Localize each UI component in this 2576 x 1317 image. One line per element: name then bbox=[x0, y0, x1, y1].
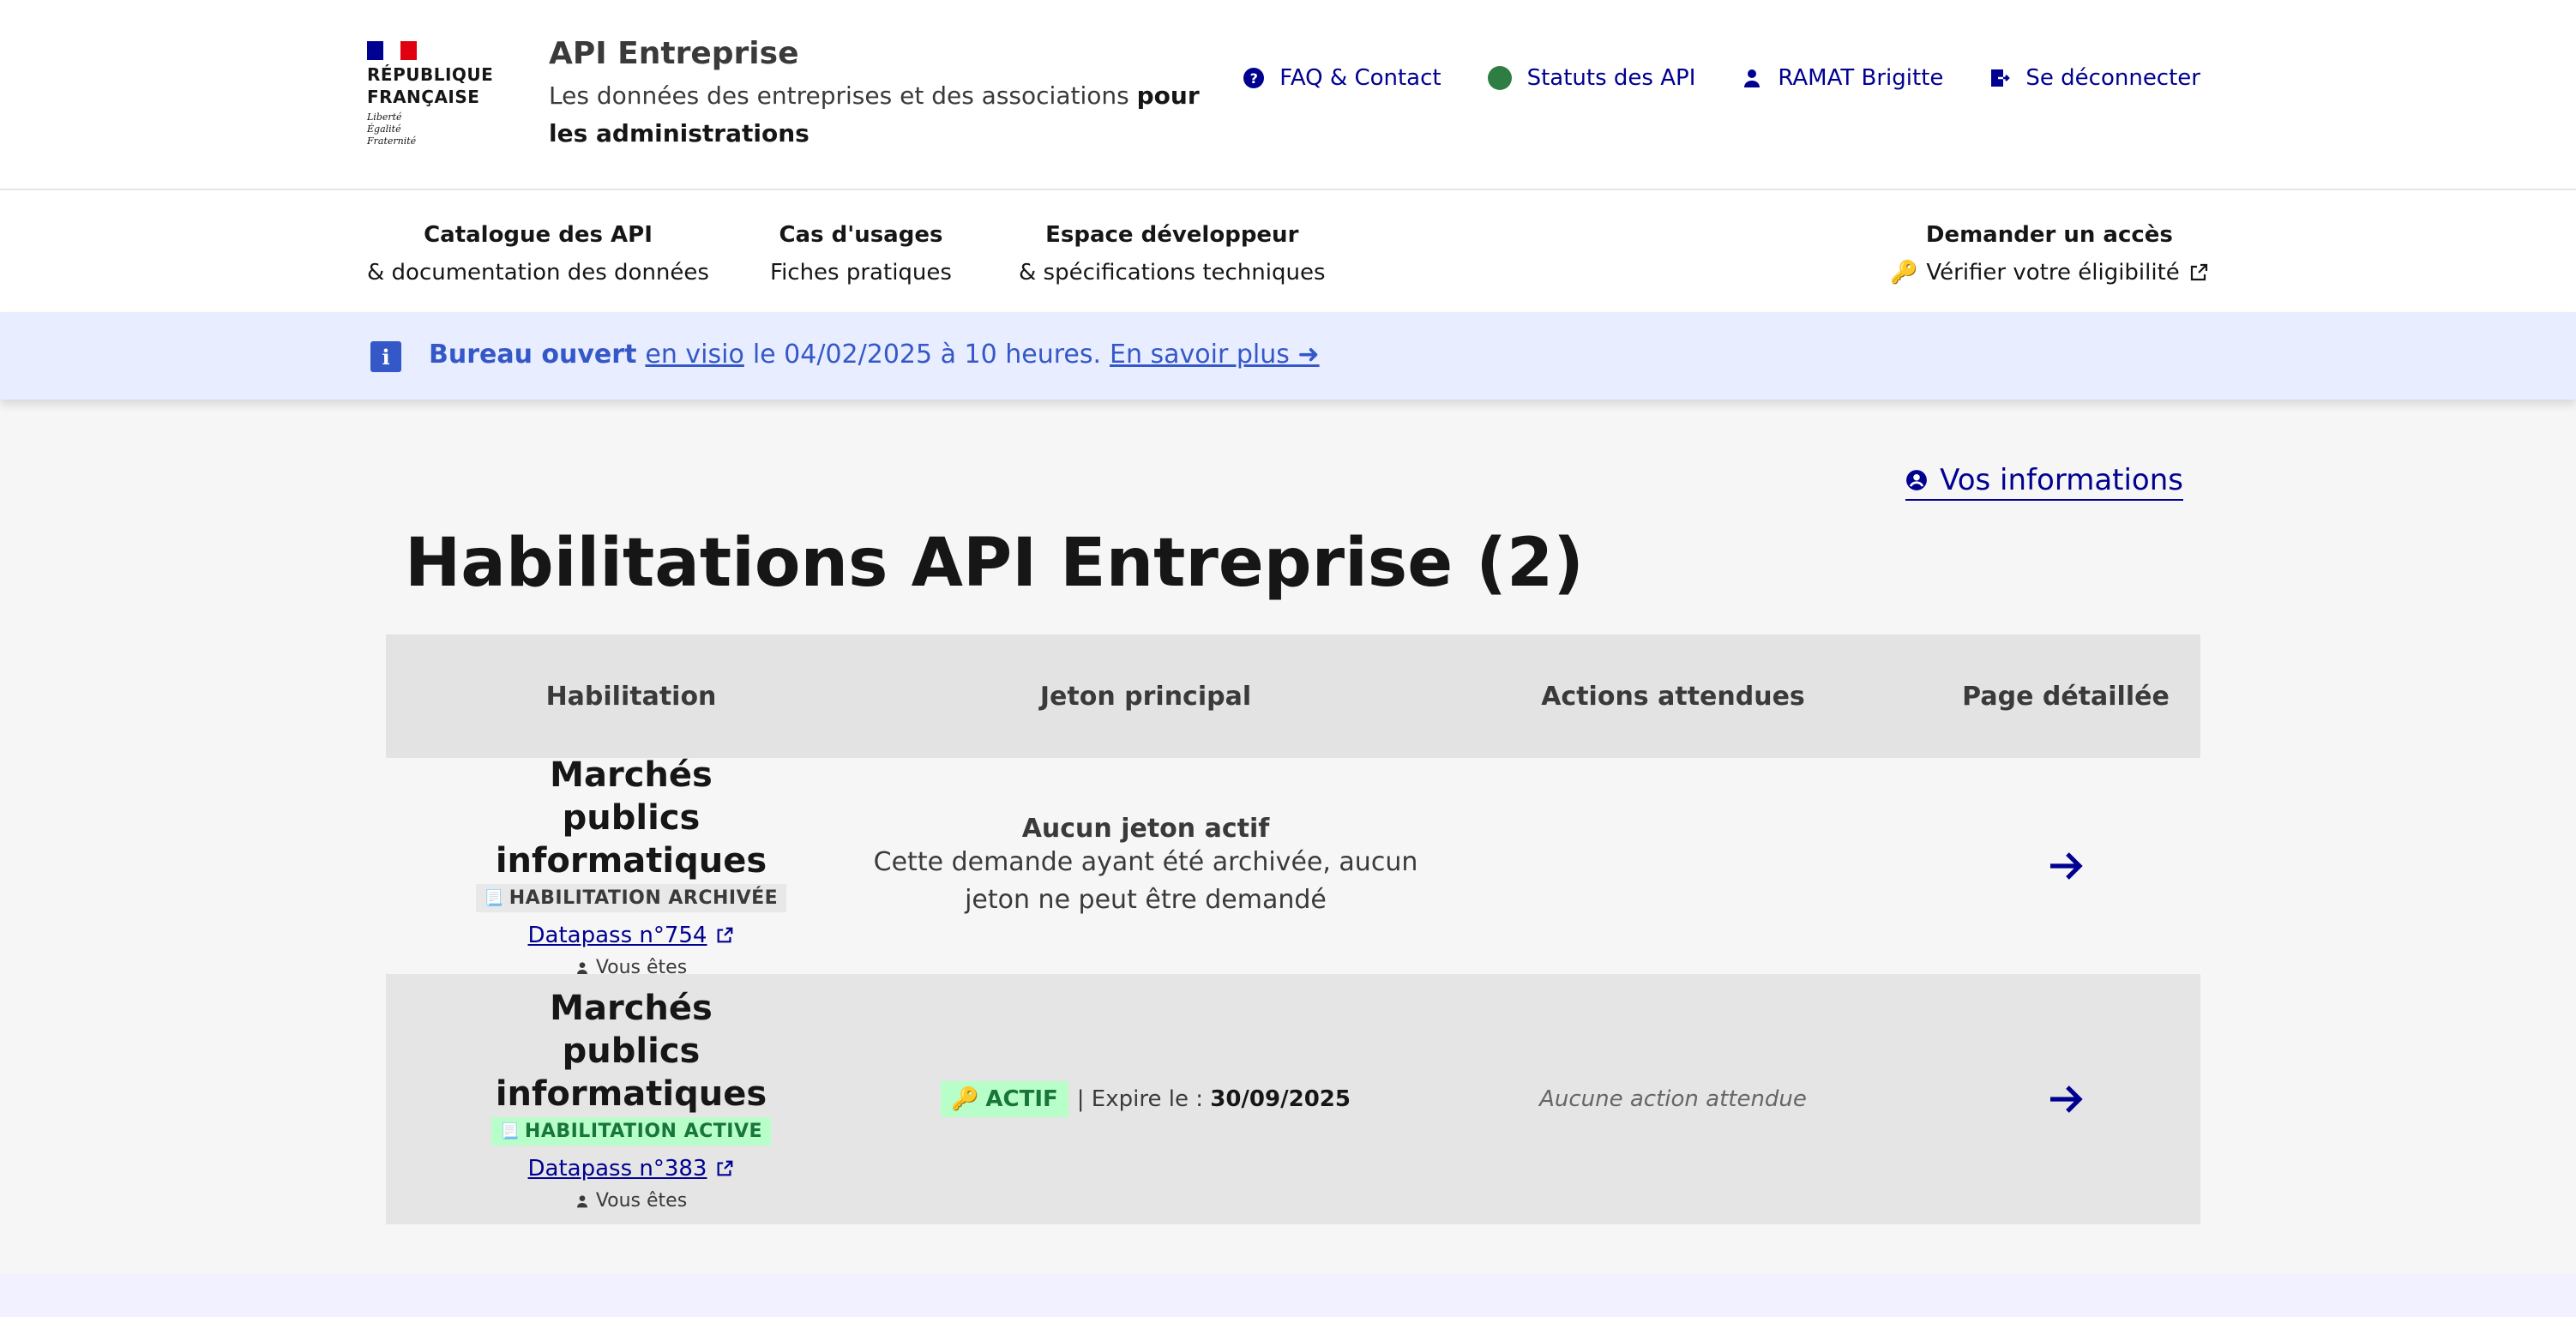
token-title: Aucun jeton actif bbox=[1021, 813, 1270, 844]
role-label: Vous êtes bbox=[595, 1190, 688, 1212]
page-title: Habilitations API Entreprise (2) bbox=[405, 525, 1584, 602]
column-header-page: Page détaillée bbox=[1962, 681, 2170, 712]
logout-link[interactable]: Se déconnecter bbox=[1989, 65, 2200, 91]
nav-item-cas-usages[interactable]: Cas d'usages Fiches pratiques bbox=[770, 216, 952, 292]
datapass-link[interactable]: Datapass n°383 bbox=[528, 1156, 735, 1182]
table-row: Marchés publics informatiques 📃 HABILITA… bbox=[386, 755, 2200, 978]
habilitation-cell: Marchés publics informatiques 📃 HABILITA… bbox=[386, 755, 876, 978]
arrow-right-icon[interactable] bbox=[2045, 845, 2086, 887]
french-flag-icon bbox=[367, 41, 417, 60]
token-cell: Aucun jeton actif Cette demande ayant ét… bbox=[874, 758, 1418, 974]
nav-item-subtitle: & spécifications techniques bbox=[1019, 260, 1326, 286]
republique-francaise-logo[interactable]: RÉPUBLIQUE FRANÇAISE Liberté Égalité Fra… bbox=[367, 41, 496, 153]
nav-item-subtitle: 🔑 Vérifier votre éligibilité bbox=[1890, 254, 2209, 292]
key-icon: 🔑 bbox=[1890, 260, 1918, 286]
status-badge-label: HABILITATION ARCHIVÉE bbox=[509, 887, 779, 909]
notice-visio-link[interactable]: en visio bbox=[645, 340, 743, 370]
actions-cell: Aucune action attendue bbox=[1415, 974, 1931, 1224]
detail-cell bbox=[1931, 974, 2200, 1224]
api-status-link[interactable]: Statuts des API bbox=[1487, 65, 1696, 91]
main-navigation: Catalogue des API & documentation des do… bbox=[0, 190, 2576, 312]
token-cell: 🔑 ACTIF | Expire le : 30/09/2025 bbox=[876, 974, 1415, 1224]
external-link-icon bbox=[718, 927, 733, 943]
token-status-line: 🔑 ACTIF | Expire le : 30/09/2025 bbox=[941, 1081, 1351, 1117]
document-icon: 📃 bbox=[499, 1122, 520, 1140]
nav-item-catalogue[interactable]: Catalogue des API & documentation des do… bbox=[367, 216, 709, 292]
nav-item-subtitle: Fiches pratiques bbox=[770, 260, 952, 286]
nav-item-title: Demander un accès bbox=[1925, 222, 2173, 248]
external-link-icon bbox=[2190, 263, 2207, 281]
logo-line-1: RÉPUBLIQUE bbox=[367, 64, 494, 85]
expiry-date: 30/09/2025 bbox=[1210, 1086, 1351, 1112]
habilitations-table: Habilitation Jeton principal Actions att… bbox=[386, 634, 2200, 1224]
document-icon: 📃 bbox=[484, 889, 504, 907]
token-description: Cette demande ayant été archivée, aucun … bbox=[873, 846, 1418, 915]
datapass-label: Datapass n°383 bbox=[527, 1156, 707, 1182]
token-status-label: ACTIF bbox=[985, 1086, 1058, 1112]
account-circle-icon bbox=[1906, 470, 1928, 490]
nav-item-title: Cas d'usages bbox=[779, 222, 943, 248]
habilitation-name: Marchés publics informatiques bbox=[495, 755, 767, 881]
user-account-label: RAMAT Brigitte bbox=[1778, 65, 1944, 91]
vos-informations-link[interactable]: Vos informations bbox=[1905, 463, 2183, 501]
user-icon bbox=[576, 1194, 587, 1207]
token-expiry: | Expire le : 30/09/2025 bbox=[1077, 1086, 1351, 1112]
vos-informations-label: Vos informations bbox=[1940, 463, 2183, 497]
status-badge-label: HABILITATION ACTIVE bbox=[524, 1121, 763, 1142]
column-header-jeton: Jeton principal bbox=[1039, 681, 1252, 712]
detail-cell bbox=[1931, 758, 2200, 974]
notice-more-link[interactable]: En savoir plus ➜ bbox=[1110, 340, 1320, 370]
datapass-link[interactable]: Datapass n°754 bbox=[528, 923, 735, 948]
question-circle-icon: ? bbox=[1243, 68, 1265, 88]
key-icon: 🔑 bbox=[951, 1086, 979, 1112]
logout-icon bbox=[1991, 69, 2011, 87]
status-dot-icon bbox=[1487, 66, 1512, 90]
expiry-label: | Expire le : bbox=[1076, 1086, 1203, 1112]
site-header: RÉPUBLIQUE FRANÇAISE Liberté Égalité Fra… bbox=[0, 0, 2576, 190]
eligibility-label: Vérifier votre éligibilité bbox=[1926, 260, 2180, 286]
external-link-icon bbox=[718, 1160, 733, 1176]
notice-date: le 04/02/2025 à 10 heures. bbox=[752, 340, 1102, 370]
table-header-row: Habilitation Jeton principal Actions att… bbox=[386, 634, 2200, 758]
faq-contact-label: FAQ & Contact bbox=[1279, 65, 1441, 91]
nav-item-title: Catalogue des API bbox=[424, 222, 653, 248]
habilitation-cell: Marchés publics informatiques 📃 HABILITA… bbox=[386, 974, 876, 1224]
nav-item-espace-developpeur[interactable]: Espace développeur & spécifications tech… bbox=[1019, 216, 1326, 292]
info-icon: i bbox=[370, 341, 401, 372]
site-tagline: Les données des entreprises et des assoc… bbox=[549, 77, 1201, 153]
footer-band bbox=[0, 1274, 2576, 1317]
column-header-actions: Actions attendues bbox=[1541, 681, 1805, 712]
status-badge: 📃 HABILITATION ACTIVE bbox=[491, 1117, 772, 1146]
nav-item-demander-acces[interactable]: Demander un accès 🔑 Vérifier votre éligi… bbox=[1890, 216, 2209, 292]
actions-cell bbox=[1415, 758, 1931, 974]
api-status-label: Statuts des API bbox=[1526, 65, 1696, 91]
logout-label: Se déconnecter bbox=[2025, 65, 2200, 91]
site-title[interactable]: API Entreprise bbox=[549, 36, 798, 71]
status-badge: 📃 HABILITATION ARCHIVÉE bbox=[475, 884, 787, 912]
user-icon bbox=[576, 961, 587, 974]
faq-contact-link[interactable]: ? FAQ & Contact bbox=[1243, 65, 1441, 91]
logo-motto: Liberté Égalité Fraternité bbox=[367, 111, 417, 147]
datapass-label: Datapass n°754 bbox=[527, 923, 707, 948]
notice-bold: Bureau ouvert bbox=[429, 340, 637, 370]
user-icon bbox=[1744, 69, 1760, 87]
logo-line-2: FRANÇAISE bbox=[367, 87, 480, 107]
token-status-badge: 🔑 ACTIF bbox=[941, 1081, 1068, 1117]
actions-label: Aucune action attendue bbox=[1539, 1086, 1807, 1112]
arrow-right-icon[interactable] bbox=[2045, 1079, 2086, 1120]
tagline-text: Les données des entreprises et des assoc… bbox=[549, 81, 1137, 110]
habilitation-name: Marchés publics informatiques bbox=[495, 989, 767, 1114]
table-row: Marchés publics informatiques 📃 HABILITA… bbox=[386, 974, 2200, 1224]
nav-item-title: Espace développeur bbox=[1045, 222, 1299, 248]
column-header-habilitation: Habilitation bbox=[545, 681, 717, 712]
notice-text: Bureau ouvert en visio le 04/02/2025 à 1… bbox=[429, 340, 1320, 370]
user-account-link[interactable]: RAMAT Brigitte bbox=[1742, 65, 1943, 91]
role-indicator: Vous êtes bbox=[575, 1190, 687, 1212]
info-notice-banner: i Bureau ouvert en visio le 04/02/2025 à… bbox=[0, 312, 2576, 400]
header-tools: ? FAQ & Contact Statuts des API RAMAT Br… bbox=[1243, 65, 2200, 91]
nav-item-subtitle: & documentation des données bbox=[367, 260, 709, 286]
